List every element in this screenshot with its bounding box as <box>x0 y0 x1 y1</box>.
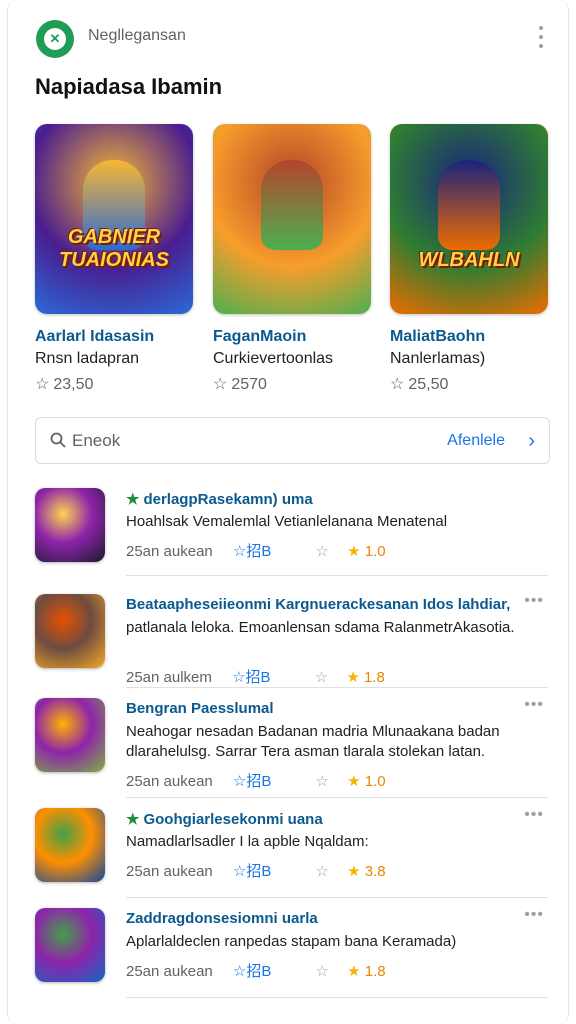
character-figure <box>438 160 500 250</box>
search-action-link[interactable]: Afenlele <box>447 432 505 450</box>
app-tag: ☆招B <box>232 669 271 686</box>
app-meta: 25an aulkem <box>126 669 212 686</box>
list-item[interactable]: Bengran Paesslumal Neahogar nesadan Bada… <box>8 688 568 798</box>
app-window: ✕ Negllegansan Napiadasa Ibamin GABNIER … <box>7 0 569 1024</box>
card-rating: 23,50 <box>53 376 94 393</box>
list-item[interactable]: ★ derlagpRasekamn) uma Hoahlsak Vemalemla… <box>8 478 568 576</box>
chevron-right-icon[interactable]: › <box>528 430 535 453</box>
app-score: 1.8 <box>364 963 386 980</box>
app-title[interactable]: Beataapheseiieonmi Kargnuerackesanan Ido… <box>126 596 510 613</box>
app-meta: 25an aukean <box>126 773 213 790</box>
card-subtitle: Rnsn ladapran <box>35 350 140 367</box>
game-thumbnail[interactable]: GABNIER TUAIONIAS <box>35 124 193 314</box>
app-tag: ☆招B <box>232 773 272 790</box>
search-icon <box>50 432 66 448</box>
app-score: 1.0 <box>364 543 386 560</box>
more-options-icon[interactable]: ••• <box>524 806 544 824</box>
app-tag: ☆招B <box>232 543 272 560</box>
section-title: Napiadasa Ibamin <box>35 74 223 99</box>
app-icon[interactable] <box>35 594 105 668</box>
star-icon: ★ <box>126 811 140 828</box>
star-icon: ★ <box>347 963 361 980</box>
app-score: 3.8 <box>364 863 386 880</box>
star-icon: ★ <box>346 669 360 686</box>
app-title[interactable]: Bengran Paesslumal <box>126 700 274 717</box>
top-bar: ✕ Negllegansan <box>8 0 568 74</box>
star-outline-icon: ☆ <box>213 376 228 393</box>
app-icon[interactable] <box>35 908 105 982</box>
app-title[interactable]: Zaddragdonsesiomni uarla <box>126 910 318 927</box>
more-menu-icon[interactable] <box>536 26 546 48</box>
star-icon: ★ <box>126 491 140 508</box>
list-item[interactable]: Beataapheseiieonmi Kargnuerackesanan Ido… <box>8 584 568 688</box>
card-subtitle: Curkievertoonlas <box>213 350 334 367</box>
card-subtitle: Nanlerlamas) <box>390 350 486 367</box>
more-options-icon[interactable]: ••• <box>524 906 544 924</box>
star-icon: ★ <box>347 773 361 790</box>
star-outline-icon: ☆ <box>35 376 50 393</box>
list-item[interactable]: Zaddragdonsesiomni uarla Aplarlaldeclen … <box>8 898 568 998</box>
card-rating: 2570 <box>231 376 267 393</box>
character-figure <box>261 160 323 250</box>
star-outline-icon: ☆ <box>390 376 405 393</box>
featured-cards: GABNIER TUAIONIAS Aarlarl Idasasin Rnsn … <box>35 124 555 394</box>
more-options-icon[interactable]: ••• <box>524 696 544 714</box>
app-tag: ☆招B <box>232 963 272 980</box>
search-input[interactable]: Eneok <box>72 431 120 451</box>
star-icon: ★ <box>347 543 361 560</box>
card-title[interactable]: FaganMaoin <box>213 328 373 346</box>
card-title[interactable]: Aarlarl Idasasin <box>35 328 195 346</box>
app-icon[interactable] <box>35 488 105 562</box>
thumbnail-logo-text: WLBAHLN <box>418 249 520 271</box>
app-logo-icon[interactable]: ✕ <box>36 20 74 58</box>
app-meta: 25an aukean <box>126 963 213 980</box>
favorite-icon[interactable]: ☆ <box>315 669 328 686</box>
card-rating: 25,50 <box>408 376 449 393</box>
card-title[interactable]: MaliatBaohn <box>390 328 550 346</box>
favorite-icon[interactable]: ☆ <box>316 543 329 560</box>
favorite-icon[interactable]: ☆ <box>316 773 329 790</box>
app-description: patlanala leloka. Emoanlensan sdama Rala… <box>126 619 515 636</box>
app-description: Neahogar nesadan Badanan madria Mlunaaka… <box>126 723 500 760</box>
app-meta: 25an aukean <box>126 863 213 880</box>
app-icon[interactable] <box>35 808 105 882</box>
star-icon: ★ <box>347 863 361 880</box>
game-thumbnail[interactable]: WLBAHLN <box>390 124 548 314</box>
search-bar[interactable]: Eneok Afenlele › <box>35 417 550 464</box>
app-tag: ☆招B <box>232 863 272 880</box>
game-thumbnail[interactable] <box>213 124 371 314</box>
app-score: 1.0 <box>364 773 386 790</box>
divider <box>126 575 548 576</box>
app-title[interactable]: Goohgiarlesekonmi uana <box>143 811 322 828</box>
divider <box>126 997 548 998</box>
app-icon[interactable] <box>35 698 105 772</box>
favorite-icon[interactable]: ☆ <box>316 863 329 880</box>
featured-card[interactable]: WLBAHLN MaliatBaohn Nanlerlamas) ☆ 25,50 <box>390 124 550 394</box>
list-item[interactable]: ★ Goohgiarlesekonmi uana Namadlarlsadler … <box>8 798 568 898</box>
thumbnail-logo-text: GABNIER TUAIONIAS <box>59 226 169 271</box>
featured-card[interactable]: FaganMaoin Curkievertoonlas ☆ 2570 <box>213 124 373 394</box>
app-description: Hoahlsak Vemalemlal Vetianlelanana Menat… <box>126 513 448 530</box>
app-score: 1.8 <box>363 669 385 686</box>
app-name: Negllegansan <box>88 27 186 44</box>
favorite-icon[interactable]: ☆ <box>316 963 329 980</box>
more-options-icon[interactable]: ••• <box>524 592 544 610</box>
featured-card[interactable]: GABNIER TUAIONIAS Aarlarl Idasasin Rnsn … <box>35 124 195 394</box>
app-description: Aplarlaldeclen ranpedas stapam bana Kera… <box>126 933 457 950</box>
app-description: Namadlarlsadler I la apble Nqaldam: <box>126 833 369 850</box>
app-meta: 25an aukean <box>126 543 213 560</box>
app-title[interactable]: derlagpRasekamn) uma <box>143 491 312 508</box>
